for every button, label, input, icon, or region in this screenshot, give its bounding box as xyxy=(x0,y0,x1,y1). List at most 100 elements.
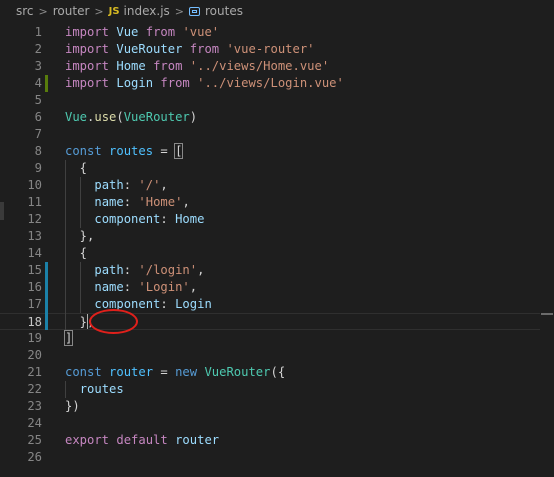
code-line[interactable]: 12 component: Home xyxy=(0,211,554,228)
line-number: 18 xyxy=(27,315,42,329)
code-line[interactable]: 17 component: Login xyxy=(0,296,554,313)
line-number: 14 xyxy=(27,246,42,260)
code-token: new xyxy=(175,365,198,379)
code-line[interactable]: 24 xyxy=(0,415,554,432)
code-token: routes xyxy=(79,382,124,396)
code-line[interactable]: 13 }, xyxy=(0,228,554,245)
scrollbar-cursor-marker xyxy=(541,313,553,315)
code-line[interactable]: 15 path: '/login', xyxy=(0,262,554,279)
code-line[interactable]: 5 xyxy=(0,92,554,109)
line-number: 11 xyxy=(27,195,42,209)
code-line[interactable]: 11 name: 'Home', xyxy=(0,194,554,211)
code-token: const xyxy=(65,365,102,379)
code-token: { xyxy=(65,161,88,175)
code-token: Vue xyxy=(65,110,88,124)
code-token: '../views/Home.vue' xyxy=(189,59,330,73)
code-line[interactable]: 16 name: 'Login', xyxy=(0,279,554,296)
code-editor[interactable]: 1 import Vue from 'vue' 2 import VueRouter … xyxy=(0,22,554,477)
code-token: 'vue' xyxy=(182,25,220,39)
code-token: name xyxy=(94,280,124,294)
code-line[interactable]: 1 import Vue from 'vue' xyxy=(0,24,554,41)
code-token: 'Login' xyxy=(138,280,190,294)
chevron-right-icon: > xyxy=(38,4,48,18)
code-token: path xyxy=(94,178,124,192)
git-change-indicator[interactable] xyxy=(45,279,48,296)
code-line[interactable]: 19] xyxy=(0,330,554,347)
code-text: const routes = [ xyxy=(65,143,184,160)
breadcrumb-symbol[interactable]: routes xyxy=(205,4,243,18)
code-text: import Home from '../views/Home.vue' xyxy=(65,58,329,75)
code-line[interactable]: 18 }, xyxy=(0,313,554,330)
git-change-indicator[interactable] xyxy=(45,313,48,330)
code-line[interactable]: 20 xyxy=(0,347,554,364)
line-number: 22 xyxy=(27,382,42,396)
code-text: const router = new VueRouter({ xyxy=(65,364,285,381)
indent-guide xyxy=(65,381,66,398)
code-token: from xyxy=(145,25,176,39)
line-number: 5 xyxy=(34,93,42,107)
git-change-indicator[interactable] xyxy=(45,296,48,313)
line-number: 17 xyxy=(27,297,42,311)
code-token: : xyxy=(123,195,139,209)
code-line[interactable]: 26 xyxy=(0,449,554,466)
breadcrumb-file[interactable]: index.js xyxy=(124,4,170,18)
git-change-indicator[interactable] xyxy=(45,75,48,92)
line-number: 8 xyxy=(34,144,42,158)
code-token: routes xyxy=(109,144,154,158)
code-line[interactable]: 7 xyxy=(0,126,554,143)
line-number: 23 xyxy=(27,399,42,413)
line-number: 10 xyxy=(27,178,42,192)
code-text: name: 'Home', xyxy=(65,194,189,211)
code-token: Login xyxy=(175,297,212,311)
code-token: ({ xyxy=(270,365,286,379)
code-line[interactable]: 2 import VueRouter from 'vue-router' xyxy=(0,41,554,58)
code-token: from xyxy=(189,42,220,56)
breadcrumb: src > router > JS index.js > routes xyxy=(0,0,554,22)
code-line[interactable]: 14 { xyxy=(0,245,554,262)
code-token: path xyxy=(94,263,124,277)
code-line[interactable]: 9 { xyxy=(0,160,554,177)
code-token: = xyxy=(153,365,176,379)
code-token: import xyxy=(65,59,110,73)
code-token: , xyxy=(160,178,168,192)
code-line[interactable]: 21 const router = new VueRouter({ xyxy=(0,364,554,381)
line-number: 13 xyxy=(27,229,42,243)
breadcrumb-router[interactable]: router xyxy=(53,4,90,18)
code-token: import xyxy=(65,76,110,90)
code-line[interactable]: 22 routes xyxy=(0,381,554,398)
chevron-right-icon: > xyxy=(94,4,104,18)
code-line[interactable]: 6 Vue.use(VueRouter) xyxy=(0,109,554,126)
vertical-scrollbar[interactable] xyxy=(540,22,554,477)
code-token: VueRouter xyxy=(123,110,190,124)
code-token: = xyxy=(153,144,176,158)
git-change-indicator[interactable] xyxy=(45,262,48,279)
line-number: 9 xyxy=(34,161,42,175)
line-number: 19 xyxy=(27,331,42,345)
code-token: { xyxy=(65,246,88,260)
line-number: 7 xyxy=(34,127,42,141)
code-line[interactable]: 10 path: '/', xyxy=(0,177,554,194)
line-number: 21 xyxy=(27,365,42,379)
line-number: 6 xyxy=(34,110,42,124)
breadcrumb-src[interactable]: src xyxy=(16,4,34,18)
code-token: ( xyxy=(116,110,124,124)
code-line[interactable]: 8 const routes = [ xyxy=(0,143,554,160)
code-text: component: Login xyxy=(65,296,212,313)
code-text: import Login from '../views/Login.vue' xyxy=(65,75,344,92)
code-line[interactable]: 4 import Login from '../views/Login.vue' xyxy=(0,75,554,92)
code-token: ] xyxy=(63,330,74,346)
line-number: 2 xyxy=(34,42,42,56)
code-text: import VueRouter from 'vue-router' xyxy=(65,41,315,58)
code-line[interactable]: 3 import Home from '../views/Home.vue' xyxy=(0,58,554,75)
code-text: path: '/login', xyxy=(65,262,204,279)
code-line[interactable]: 25 export default router xyxy=(0,432,554,449)
code-line[interactable]: 23}) xyxy=(0,398,554,415)
code-token: component xyxy=(94,212,161,226)
code-text: name: 'Login', xyxy=(65,279,197,296)
